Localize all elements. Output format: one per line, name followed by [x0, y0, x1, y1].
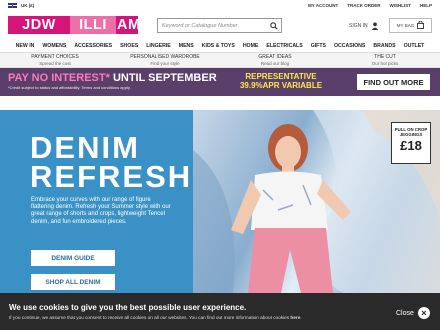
nav-lingerie[interactable]: LINGERIE [146, 43, 171, 49]
nav-kids-toys[interactable]: KIDS & TOYS [202, 43, 235, 49]
bag-icon [417, 20, 425, 30]
banner-headline-rest: UNTIL SEPTEMBER [109, 72, 217, 84]
hero-title-line-1: DENIM [30, 130, 140, 165]
denim-guide-button[interactable]: DENIM GUIDE [31, 250, 115, 266]
cookie-text: If you continue, we assume that you cons… [9, 315, 302, 320]
promo-title: PAYMENT CHOICES [31, 54, 79, 60]
finance-banner: PAY NO INTEREST* UNTIL SEPTEMBER *Credit… [0, 68, 440, 96]
price-tag-price: £18 [400, 138, 422, 153]
my-account-link[interactable]: MY ACCOUNT [308, 3, 338, 8]
page: UK (£) MY ACCOUNT TRACK ORDER WISHLIST H… [0, 0, 440, 330]
banner-highlight: PAY NO INTEREST* [8, 72, 110, 84]
promo-personalised-wardrobe[interactable]: PERSONALISED WARDROBE Find your style [110, 53, 220, 67]
promo-strip: PAYMENT CHOICES Spread the cost PERSONAL… [0, 53, 440, 68]
nav-gifts[interactable]: GIFTS [311, 43, 326, 49]
help-link[interactable]: HELP [420, 3, 432, 8]
my-bag-label: MY BAG [396, 23, 415, 28]
banner-headline: PAY NO INTEREST* UNTIL SEPTEMBER [8, 72, 217, 84]
user-icon [371, 22, 379, 30]
sign-in-label: SIGN IN [349, 23, 368, 29]
nav-shoes[interactable]: SHOES [120, 43, 138, 49]
promo-title: PERSONALISED WARDROBE [130, 54, 200, 60]
hero-description: Embrace your curves with our range of fi… [31, 197, 171, 225]
nav-outlet[interactable]: OUTLET [404, 43, 425, 49]
banner-terms: *Credit subject to status and affordabil… [8, 85, 131, 90]
track-order-link[interactable]: TRACK ORDER [347, 3, 380, 8]
nav-womens[interactable]: WOMENS [42, 43, 66, 49]
logo-part-3: AMS [116, 16, 151, 34]
nav-electricals[interactable]: ELECTRICALS [266, 43, 302, 49]
sign-in-link[interactable]: SIGN IN [349, 22, 379, 30]
price-tag-title: PULL ON CROP JEGGINGS [394, 127, 428, 137]
promo-payment-choices[interactable]: PAYMENT CHOICES Spread the cost [0, 53, 110, 67]
rep-label: REPRESENTATIVE [245, 72, 317, 81]
promo-subtitle: Our hot picks [371, 61, 399, 66]
search-box [157, 18, 282, 33]
shop-all-denim-button[interactable]: SHOP ALL DENIM [31, 274, 115, 290]
main-nav: NEW IN WOMENS ACCESSORIES SHOES LINGERIE… [0, 39, 440, 53]
search-input[interactable] [158, 19, 267, 32]
logo-part-2: ILLI [70, 16, 116, 34]
wishlist-link[interactable]: WISHLIST [389, 3, 411, 8]
my-bag-button[interactable]: MY BAG [389, 18, 432, 33]
site-header: JDW ILLI AMS SIGN IN MY BAG [0, 11, 440, 39]
nav-home[interactable]: HOME [243, 43, 259, 49]
promo-subtitle: Read our blog [260, 61, 290, 66]
cookie-close-label: Close [396, 309, 414, 317]
cookie-text-body: If you continue, we assume that you cons… [9, 315, 291, 320]
hero-title: DENIM REFRESH [30, 130, 193, 194]
brand-logo[interactable]: JDW ILLI AMS [8, 16, 151, 34]
nav-brands[interactable]: BRANDS [373, 43, 395, 49]
promo-subtitle: Spread the cost [39, 61, 71, 66]
promo-title: THE CUT [374, 54, 396, 60]
region-label: UK (£) [21, 3, 35, 8]
hero-title-line-2: REFRESH [30, 159, 193, 194]
promo-subtitle: Find your style [150, 61, 180, 66]
region-selector[interactable]: UK (£) [8, 3, 34, 8]
representative-apr: REPRESENTATIVE 39.9%APR VARIABLE [236, 72, 326, 90]
cookie-here-link[interactable]: here [290, 315, 300, 320]
apr-value: 39.9%APR VARIABLE [239, 81, 323, 90]
account-links: MY ACCOUNT TRACK ORDER WISHLIST HELP [308, 3, 432, 8]
logo-part-1: JDW [8, 16, 70, 34]
price-tag[interactable]: PULL ON CROP JEGGINGS £18 [391, 122, 431, 164]
nav-mens[interactable]: MENS [179, 43, 194, 49]
promo-the-cut[interactable]: THE CUT Our hot picks [330, 53, 440, 67]
cookie-title: We use cookies to give you the best poss… [9, 303, 247, 312]
nav-occasions[interactable]: OCCASIONS [334, 43, 365, 49]
utility-bar: UK (£) MY ACCOUNT TRACK ORDER WISHLIST H… [0, 0, 440, 11]
hero-banner: DENIM REFRESH Embrace your curves with o… [0, 110, 440, 293]
uk-flag-icon [8, 3, 17, 8]
search-icon[interactable] [267, 19, 281, 32]
find-out-more-button[interactable]: FIND OUT MORE [357, 74, 430, 90]
cookie-banner: We use cookies to give you the best poss… [0, 293, 440, 330]
promo-great-ideas[interactable]: GREAT IDEAS Read our blog [220, 53, 330, 67]
cookie-close-button[interactable]: Close × [396, 307, 430, 319]
nav-new-in[interactable]: NEW IN [16, 43, 35, 49]
promo-title: GREAT IDEAS [258, 54, 292, 60]
close-icon: × [417, 307, 430, 319]
nav-accessories[interactable]: ACCESSORIES [74, 43, 112, 49]
